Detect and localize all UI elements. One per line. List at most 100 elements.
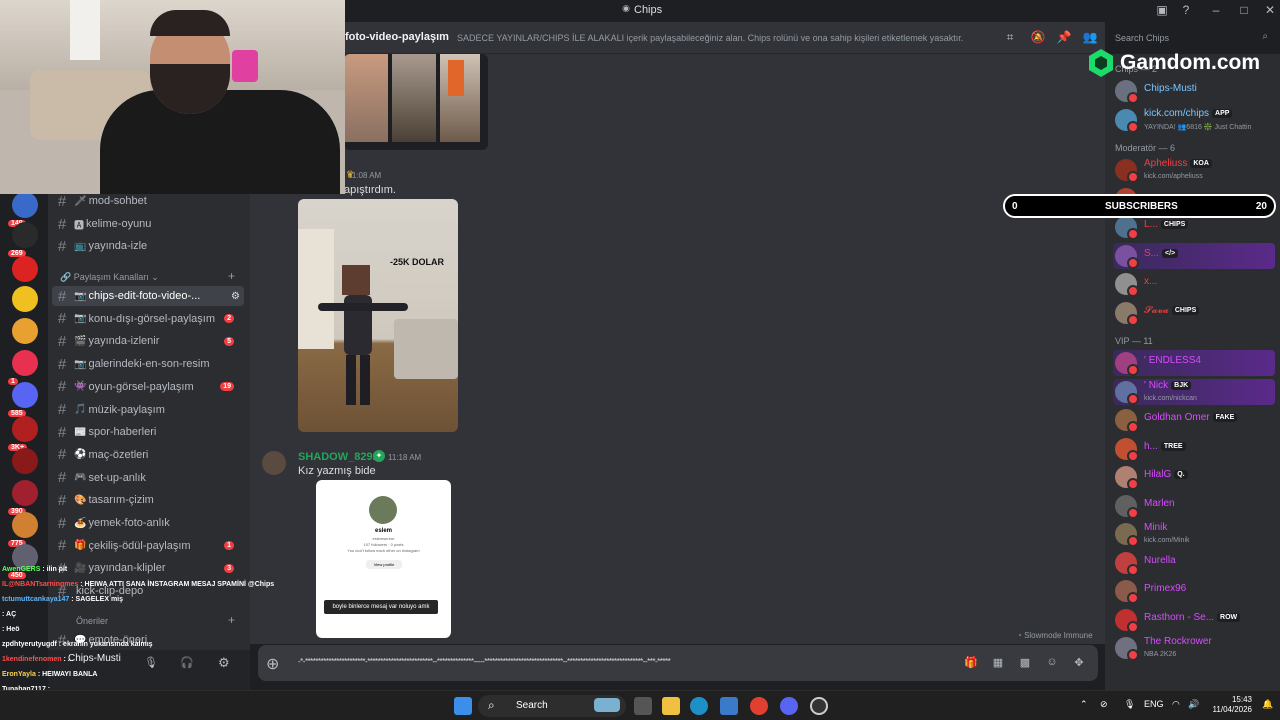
- server-icon[interactable]: 1: [8, 350, 38, 385]
- app-icon[interactable]: [810, 697, 828, 715]
- attachment-image[interactable]: eslem eslemsereur 107 followers · 0 post…: [316, 480, 451, 638]
- task-view-icon[interactable]: [634, 697, 652, 715]
- volume-icon[interactable]: 🔊: [1188, 699, 1199, 710]
- channel-item[interactable]: # 📺 yayında-izle: [52, 236, 244, 256]
- search-icon: ⌕: [488, 698, 495, 712]
- pin-icon[interactable]: 📌: [1056, 30, 1072, 46]
- wifi-icon[interactable]: ◠: [1172, 699, 1180, 710]
- message-list[interactable]: 11:08 AM ♛ apıştırdım. -25K DOLAR SHADOW…: [250, 54, 1105, 644]
- member-item[interactable]: HilalG Q.: [1113, 464, 1275, 490]
- member-item[interactable]: Goldhan Omer FAKE: [1113, 407, 1275, 433]
- channel-header: foto-video-paylaşım SADECE YAYINLAR/CHIP…: [250, 22, 1105, 54]
- message-input[interactable]: -*-***********************-*************…: [298, 657, 938, 666]
- add-channel-icon[interactable]: +: [228, 613, 235, 627]
- member-item[interactable]: x...: [1113, 271, 1275, 297]
- member-status: kick.com/nickcan: [1144, 394, 1197, 402]
- channel-topic[interactable]: SADECE YAYINLAR/CHIPS İLE ALAKALI içerik…: [457, 33, 963, 43]
- attachment-image[interactable]: [344, 54, 488, 150]
- channel-item[interactable]: # 🗡 mod-sohbet: [52, 191, 244, 211]
- server-icon[interactable]: 3K+: [8, 416, 38, 451]
- server-icon[interactable]: 269: [8, 222, 38, 257]
- settings-icon[interactable]: ⚙: [231, 291, 240, 302]
- channel-item[interactable]: # 🍝 yemek-foto-anlık: [52, 513, 244, 533]
- member-item[interactable]: 𝓢𝓪𝓿𝓪 CHIPS: [1113, 300, 1275, 326]
- microphone-icon[interactable]: 🎙: [1124, 699, 1135, 710]
- member-item[interactable]: Primex96: [1113, 578, 1275, 604]
- server-icon[interactable]: [12, 256, 38, 282]
- attachment-image[interactable]: -25K DOLAR: [298, 199, 458, 432]
- sticker-icon[interactable]: ▩: [1018, 656, 1032, 670]
- server-icon[interactable]: 585: [8, 382, 38, 417]
- file-explorer-icon[interactable]: [662, 697, 680, 715]
- member-item[interactable]: The Rockrower NBA 2K26: [1113, 635, 1275, 661]
- member-item[interactable]: Apheliuss KOA kick.com/apheliuss: [1113, 157, 1275, 183]
- member-name: Goldhan Omer: [1144, 412, 1210, 423]
- channel-item[interactable]: # 📷 galerindeki-en-son-resim: [52, 354, 244, 374]
- chevron-up-icon[interactable]: ⌃: [1080, 699, 1088, 710]
- member-item[interactable]: kick.com/chips APP YAYINDA! 👥6816 ❇️ Just …: [1113, 107, 1275, 133]
- language-indicator[interactable]: ENG: [1144, 699, 1164, 709]
- gift-icon[interactable]: 🎁: [964, 656, 978, 670]
- channel-item[interactable]: # 📷 konu-dışı-görsel-paylaşım 2: [52, 309, 244, 329]
- server-icon[interactable]: 775: [8, 512, 38, 547]
- member-item[interactable]: S... </>: [1113, 242, 1275, 269]
- settings-icon[interactable]: ⚙: [218, 655, 230, 671]
- member-item[interactable]: ' ENDLESS4: [1113, 350, 1275, 376]
- message-composer[interactable]: ⊕ -*-***********************-***********…: [258, 645, 1098, 681]
- channel-item[interactable]: # 🎵 müzik-paylaşım: [52, 400, 244, 420]
- chrome-icon[interactable]: [750, 697, 768, 715]
- window-title: Chips: [634, 4, 663, 16]
- avatar: [1115, 80, 1139, 104]
- channel-item[interactable]: # 🎨 tasarım-çizim: [52, 490, 244, 510]
- search-input[interactable]: Search Chips ⌕: [1110, 28, 1274, 48]
- channel-item[interactable]: # 🅰kelime-oyunu: [52, 214, 244, 234]
- server-icon[interactable]: [12, 318, 38, 344]
- channel-item[interactable]: # 📷 chips-edit-foto-video-... ⚙: [52, 286, 244, 306]
- member-tag: </>: [1162, 248, 1179, 258]
- network-off-icon[interactable]: ⊘: [1100, 699, 1108, 710]
- member-item[interactable]: Minik kick.com/Minik: [1113, 521, 1275, 547]
- mute-icon[interactable]: 🔕: [1030, 30, 1046, 46]
- clock[interactable]: 15:43 11/04/2026: [1208, 695, 1252, 715]
- minimize-icon[interactable]: –: [1208, 3, 1224, 19]
- hash-icon: #: [57, 237, 67, 255]
- member-item[interactable]: h... TREE: [1113, 436, 1275, 462]
- message-author[interactable]: SHADOW_8292: [298, 451, 379, 463]
- member-item[interactable]: Rasthorn - Se... ROW: [1113, 607, 1275, 633]
- member-item[interactable]: ' Nick BJK kick.com/nickcan: [1113, 378, 1275, 405]
- edge-icon[interactable]: [690, 697, 708, 715]
- server-icon[interactable]: [12, 286, 38, 312]
- avatar: [1115, 580, 1139, 604]
- add-channel-icon[interactable]: +: [228, 269, 235, 283]
- emoji-icon[interactable]: ☺: [1045, 656, 1059, 670]
- server-icon[interactable]: 149: [8, 192, 38, 227]
- help-icon[interactable]: ?: [1178, 3, 1194, 19]
- add-attachment-icon[interactable]: ⊕: [266, 654, 279, 674]
- channel-item[interactable]: # 👾 oyun-görsel-paylaşım 19: [52, 377, 244, 397]
- channel-item[interactable]: # ⚽ maç-özetleri: [52, 445, 244, 465]
- store-icon[interactable]: [720, 697, 738, 715]
- channel-item[interactable]: # 🎮 set-up-anlık: [52, 468, 244, 488]
- avatar: [1115, 523, 1139, 547]
- start-icon[interactable]: [454, 697, 472, 715]
- apps-icon[interactable]: ✥: [1072, 656, 1086, 670]
- member-item[interactable]: Nurella: [1113, 550, 1275, 576]
- maximize-icon[interactable]: □: [1236, 3, 1252, 19]
- server-icon[interactable]: 390: [8, 480, 38, 515]
- taskbar-search[interactable]: ⌕ Search: [478, 695, 626, 717]
- threads-icon[interactable]: ⌗: [1002, 30, 1018, 46]
- server-icon[interactable]: [12, 448, 38, 474]
- gif-icon[interactable]: ▦: [991, 656, 1005, 670]
- chat-user: EronYayla: [2, 671, 36, 678]
- channel-item[interactable]: # 📰 spor-haberleri: [52, 422, 244, 442]
- close-icon[interactable]: ✕: [1262, 3, 1278, 19]
- channel-item[interactable]: # 🎬 yayında-izlenir 5: [52, 331, 244, 351]
- members-icon[interactable]: 👥: [1082, 30, 1098, 46]
- discord-icon[interactable]: [780, 697, 798, 715]
- member-item[interactable]: Marlen: [1113, 493, 1275, 519]
- avatar[interactable]: [262, 451, 286, 475]
- inbox-icon[interactable]: ▣: [1154, 3, 1170, 19]
- category-header[interactable]: 🔗 Paylaşım Kanalları ⌄: [60, 272, 159, 283]
- notification-icon[interactable]: 🔔: [1262, 699, 1273, 710]
- member-tag: APP: [1212, 108, 1233, 118]
